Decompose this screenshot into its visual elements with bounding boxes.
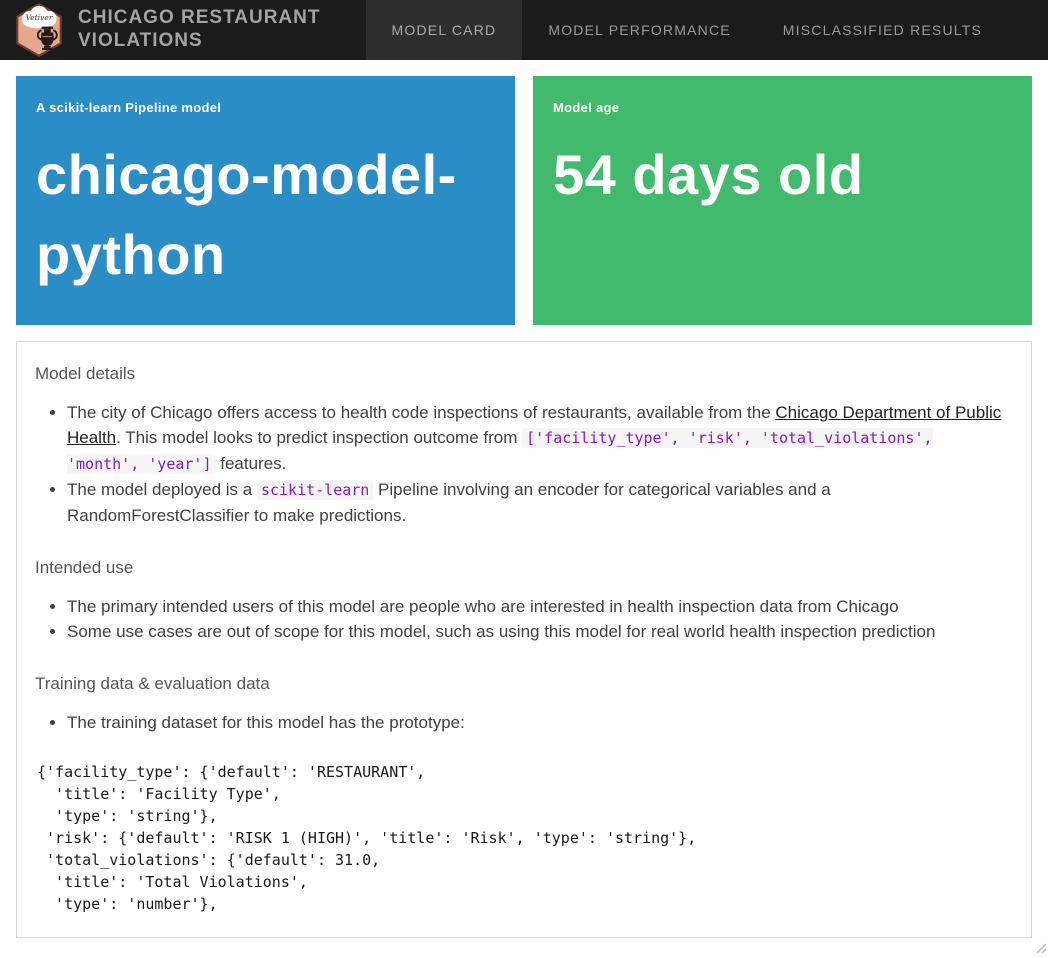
tab-model-card[interactable]: MODEL CARD — [366, 0, 523, 60]
model-card-panel: Model details The city of Chicago offers… — [16, 341, 1032, 938]
prototype-code-block: {'facility_type': {'default': 'RESTAURAN… — [37, 761, 1013, 915]
bullet-training-prototype: The training dataset for this model has … — [67, 710, 1013, 735]
vetiver-logo-icon: Vetiver — [14, 2, 66, 58]
bullet-text: Some use cases are out of scope for this… — [67, 622, 935, 641]
resize-grip-icon[interactable] — [1036, 940, 1046, 950]
value-box-model-name: A scikit-learn Pipeline model chicago-mo… — [16, 76, 515, 325]
top-navbar: Vetiver CHICAGO RESTAURANT VIOLATIONS MO… — [0, 0, 1048, 60]
bullet-text: The city of Chicago offers access to hea… — [67, 403, 775, 422]
tab-misclassified-results[interactable]: MISCLASSIFIED RESULTS — [757, 0, 1008, 60]
value-box-row: A scikit-learn Pipeline model chicago-mo… — [16, 76, 1032, 325]
dashboard-main: A scikit-learn Pipeline model chicago-mo… — [0, 76, 1048, 938]
logo-script-text: Vetiver — [26, 13, 53, 22]
bullet-text: features. — [216, 454, 287, 473]
section-heading-model-details: Model details — [35, 364, 1013, 384]
bullet-text: The model deployed is a — [67, 480, 257, 499]
scikit-learn-code-span: scikit-learn — [257, 480, 373, 500]
value-box-label: Model age — [553, 100, 1012, 115]
value-box-model-age: Model age 54 days old — [533, 76, 1032, 325]
bullet-text: The primary intended users of this model… — [67, 597, 899, 616]
bullet-model-pipeline: The model deployed is a scikit-learn Pip… — [67, 477, 1013, 528]
bullet-out-of-scope: Some use cases are out of scope for this… — [67, 619, 1013, 644]
bullet-text: The training dataset for this model has … — [67, 713, 465, 732]
tab-model-performance[interactable]: MODEL PERFORMANCE — [522, 0, 756, 60]
main-nav: MODEL CARD MODEL PERFORMANCE MISCLASSIFI… — [366, 0, 1008, 60]
training-data-list: The training dataset for this model has … — [35, 710, 1013, 735]
brand: Vetiver CHICAGO RESTAURANT VIOLATIONS — [0, 0, 348, 60]
bullet-intended-users: The primary intended users of this model… — [67, 594, 1013, 619]
vetiver-hex-sticker: Vetiver — [14, 2, 64, 58]
model-name-value: chicago-model-python — [36, 135, 495, 294]
value-box-label: A scikit-learn Pipeline model — [36, 100, 495, 115]
model-age-value: 54 days old — [553, 135, 1012, 215]
bullet-model-description: The city of Chicago offers access to hea… — [67, 400, 1013, 477]
model-details-list: The city of Chicago offers access to hea… — [35, 400, 1013, 528]
section-heading-intended-use: Intended use — [35, 558, 1013, 578]
bullet-text: . This model looks to predict inspection… — [116, 428, 522, 447]
intended-use-list: The primary intended users of this model… — [35, 594, 1013, 644]
app-title: CHICAGO RESTAURANT VIOLATIONS — [78, 7, 348, 53]
section-heading-training-data: Training data & evaluation data — [35, 674, 1013, 694]
